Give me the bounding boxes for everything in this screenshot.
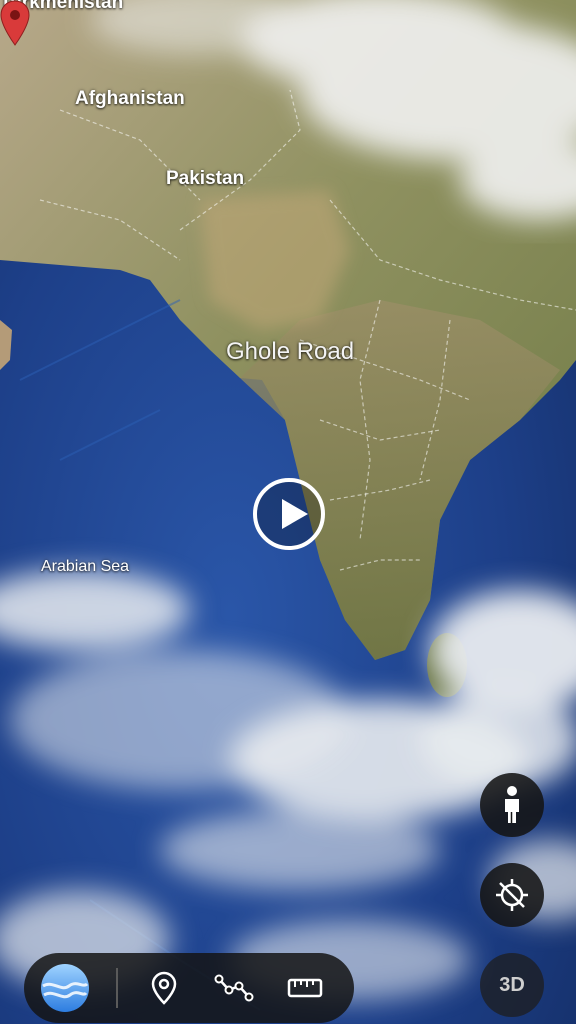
add-placemark-button[interactable] <box>139 963 189 1013</box>
toolbar-divider <box>116 968 118 1008</box>
location-pin-icon <box>151 971 177 1005</box>
map-marker-icon[interactable] <box>0 0 30 46</box>
play-tour-button[interactable] <box>253 478 325 550</box>
path-line-icon <box>214 974 254 1002</box>
3d-toggle-button[interactable]: 3D <box>480 953 544 1017</box>
street-view-button[interactable] <box>480 773 544 837</box>
map-label-place: Ghole Road <box>226 338 355 365</box>
location-off-icon <box>496 879 528 911</box>
globe-menu-icon <box>41 964 89 1012</box>
measure-button[interactable] <box>280 963 330 1013</box>
street-view-person-icon <box>505 786 519 823</box>
draw-path-button[interactable] <box>209 963 259 1013</box>
map-label-arabian-sea: Arabian Sea <box>41 558 130 575</box>
play-icon <box>282 499 308 529</box>
map-label-pakistan: Pakistan <box>166 168 245 189</box>
map-label-afghanistan: Afghanistan <box>75 88 185 109</box>
location-button[interactable] <box>480 863 544 927</box>
globe-menu-button[interactable] <box>38 961 92 1015</box>
ruler-measure-icon <box>287 978 323 998</box>
bottom-toolbar <box>24 953 354 1023</box>
